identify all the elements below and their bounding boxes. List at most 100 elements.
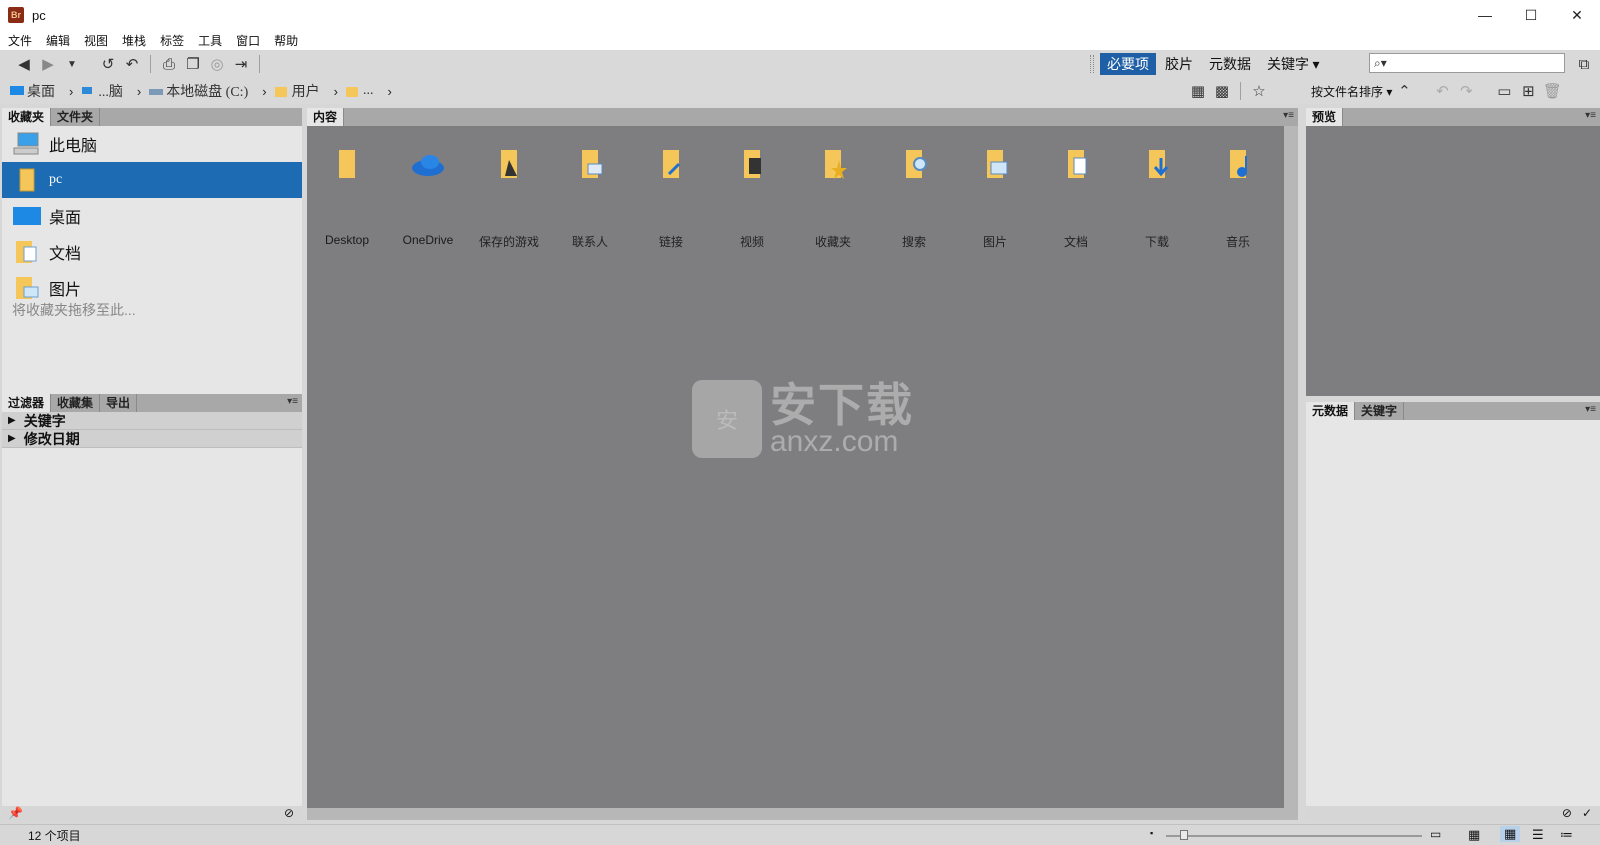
thumbnail-large-icon[interactable]: ▭	[1430, 827, 1441, 841]
list-view-icon[interactable]: ≔	[1560, 827, 1573, 843]
content-horizontal-scrollbar[interactable]	[307, 808, 1298, 820]
forward-arrow-icon[interactable]: ▶	[36, 53, 60, 75]
toolbar-divider	[259, 55, 260, 73]
workspace-metadata[interactable]: 元数据	[1202, 53, 1258, 75]
return-icon[interactable]: ↶	[120, 53, 144, 75]
menu-view[interactable]: 视图	[84, 32, 115, 49]
refine-icon[interactable]: ❐	[181, 53, 205, 75]
content-item-videos[interactable]: 视频	[712, 146, 792, 250]
open-recent-icon[interactable]: ▭	[1492, 80, 1516, 102]
camera-import-icon[interactable]: ⎙	[157, 53, 181, 75]
favorite-documents[interactable]: 文档	[2, 234, 302, 270]
menu-file[interactable]: 文件	[8, 32, 39, 49]
pin-icon[interactable]: 📌	[8, 806, 23, 820]
back-arrow-icon[interactable]: ◀	[12, 53, 36, 75]
menu-tools[interactable]: 工具	[198, 32, 229, 49]
chevron-right-icon[interactable]: ›	[262, 84, 266, 99]
content-item-documents[interactable]: 文档	[1036, 146, 1116, 250]
new-folder-icon[interactable]: ⊞	[1516, 80, 1540, 102]
content-item-favorites[interactable]: 收藏夹	[793, 146, 873, 250]
sort-dropdown[interactable]: 按文件名排序 ▾	[1311, 83, 1392, 100]
compact-mode-icon[interactable]: ⧉	[1572, 53, 1596, 75]
breadcrumb-local-disk[interactable]: 本地磁盘 (C:)	[149, 81, 248, 101]
quality-icon[interactable]: ▦	[1186, 80, 1210, 102]
tab-folders[interactable]: 文件夹	[51, 108, 101, 126]
minimize-button[interactable]: —	[1462, 0, 1508, 30]
maximize-button[interactable]: ☐	[1508, 0, 1554, 30]
open-in-camera-raw-icon[interactable]: ◎	[205, 53, 229, 75]
tab-keywords[interactable]: 关键字	[1355, 402, 1405, 420]
thumbnail-view-icon[interactable]: ▦	[1500, 826, 1521, 842]
search-icon: ⌕▾	[1374, 55, 1387, 70]
star-filter-icon[interactable]: ☆	[1247, 80, 1271, 102]
breadcrumb-users[interactable]: 用户	[274, 81, 320, 101]
tab-preview[interactable]: 预览	[1306, 108, 1344, 126]
content-item-onedrive[interactable]: OneDrive	[388, 146, 468, 247]
recent-folder-icon[interactable]: ↺	[96, 53, 120, 75]
workspace-grip[interactable]	[1090, 55, 1094, 73]
tab-collections[interactable]: 收藏集	[51, 394, 101, 412]
check-icon[interactable]: ✓	[1582, 806, 1592, 820]
content-item-searches[interactable]: 搜索	[874, 146, 954, 250]
no-entry-icon[interactable]: ⊘	[1562, 806, 1572, 820]
watermark: 安 安下载 anxz.com	[692, 380, 914, 458]
tab-content[interactable]: 内容	[307, 108, 345, 126]
thumbnail-quality-icon[interactable]: ▩	[1210, 80, 1234, 102]
breadcrumb-this-pc[interactable]: ...脑	[81, 81, 123, 101]
tab-filter[interactable]: 过滤器	[2, 394, 52, 412]
tab-export[interactable]: 导出	[100, 394, 138, 412]
toolbar-divider	[1240, 82, 1241, 100]
menu-edit[interactable]: 编辑	[46, 32, 77, 49]
search-input[interactable]: ⌕▾	[1369, 53, 1565, 73]
thumbnail-small-icon[interactable]: ▪	[1150, 828, 1153, 838]
tab-metadata[interactable]: 元数据	[1306, 402, 1356, 420]
rotate-right-icon[interactable]: ↷	[1454, 80, 1478, 102]
breadcrumb-user[interactable]: ...	[345, 83, 373, 99]
watermark-bag-icon: 安	[692, 380, 762, 458]
filter-keywords[interactable]: ▶ 关键字	[2, 412, 302, 430]
content-item-desktop[interactable]: Desktop	[307, 146, 387, 247]
favorite-pc[interactable]: pc	[2, 162, 302, 198]
workspace-switcher: 必要项 胶片 元数据 关键字 ▾	[1090, 53, 1329, 75]
slider-thumb[interactable]	[1180, 830, 1188, 840]
details-view-icon[interactable]: ☰	[1532, 827, 1544, 843]
sort-ascending-icon[interactable]: ⌃	[1392, 80, 1416, 102]
favorite-this-pc[interactable]: 此电脑	[2, 126, 302, 162]
thumbnail-size-slider[interactable]	[1166, 830, 1422, 840]
content-vertical-scrollbar[interactable]	[1284, 126, 1298, 808]
content-item-contacts[interactable]: 联系人	[550, 146, 630, 250]
menu-stack[interactable]: 堆栈	[122, 32, 153, 49]
content-item-saved-games[interactable]: 保存的游戏	[469, 146, 549, 250]
clear-filter-icon[interactable]: ⊘	[284, 806, 294, 820]
tab-favorites[interactable]: 收藏夹	[2, 108, 52, 126]
rotate-left-icon[interactable]: ↶	[1430, 80, 1454, 102]
workspace-essentials[interactable]: 必要项	[1100, 53, 1156, 75]
favorite-desktop[interactable]: 桌面	[2, 198, 302, 234]
close-button[interactable]: ✕	[1554, 0, 1600, 30]
grid-lock-icon[interactable]: ▦	[1468, 827, 1480, 843]
panel-menu-icon[interactable]: ▾≡	[1585, 110, 1596, 121]
panel-menu-icon[interactable]: ▾≡	[1283, 110, 1294, 121]
panel-menu-icon[interactable]: ▾≡	[287, 396, 298, 407]
panel-menu-icon[interactable]: ▾≡	[1585, 404, 1596, 415]
menu-label[interactable]: 标签	[160, 32, 191, 49]
delete-icon[interactable]: 🗑	[1540, 80, 1564, 102]
output-icon[interactable]: ⇥	[229, 53, 253, 75]
content-item-links[interactable]: 链接	[631, 146, 711, 250]
breadcrumb-desktop[interactable]: 桌面	[10, 81, 55, 101]
filter-date-modified[interactable]: ▶ 修改日期	[2, 430, 302, 448]
chevron-right-icon[interactable]: ›	[69, 84, 73, 99]
workspace-keywords[interactable]: 关键字 ▾	[1260, 53, 1327, 75]
content-item-pictures[interactable]: 图片	[955, 146, 1035, 250]
favorites-drop-hint: 将收藏夹拖移至此...	[12, 302, 136, 318]
chevron-right-icon[interactable]: ›	[387, 84, 391, 99]
chevron-right-icon[interactable]: ›	[137, 84, 141, 99]
menu-window[interactable]: 窗口	[236, 32, 267, 49]
history-dropdown-icon[interactable]: ▼	[60, 53, 84, 75]
menu-help[interactable]: 帮助	[274, 32, 305, 49]
content-item-music[interactable]: 音乐	[1198, 146, 1278, 250]
workspace-filmstrip[interactable]: 胶片	[1158, 53, 1200, 75]
chevron-right-icon[interactable]: ›	[334, 84, 338, 99]
pictures-folder-icon	[16, 277, 39, 299]
content-item-downloads[interactable]: 下载	[1117, 146, 1197, 250]
